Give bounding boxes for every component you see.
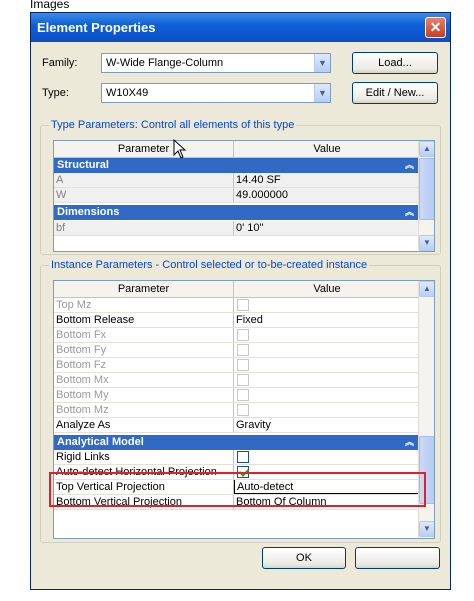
- close-button[interactable]: ✕: [425, 17, 446, 38]
- section-dimensions[interactable]: Dimensions ︽: [54, 205, 420, 220]
- load-button[interactable]: Load...: [352, 52, 438, 74]
- param-name: W: [54, 188, 234, 202]
- chevron-down-icon[interactable]: ▼: [314, 84, 330, 102]
- type-dropdown[interactable]: W10X49 ▼: [101, 83, 331, 103]
- table-row[interactable]: Top Mz: [54, 298, 420, 313]
- ok-button[interactable]: OK: [262, 547, 346, 569]
- instance-column-parameter[interactable]: Parameter: [54, 281, 234, 297]
- scroll-up-icon[interactable]: ▲: [419, 141, 434, 157]
- table-row[interactable]: Bottom Fx: [54, 328, 420, 343]
- param-name: Bottom Fz: [54, 358, 234, 372]
- param-name: Analyze As: [54, 418, 234, 432]
- type-parameters-title: Type Parameters: Control all elements of…: [49, 119, 297, 131]
- section-label: Analytical Model: [57, 436, 144, 448]
- scroll-thumb[interactable]: [419, 158, 434, 220]
- param-name: Bottom Fx: [54, 328, 234, 342]
- checkbox: [237, 374, 249, 386]
- page-caption: Images: [30, 0, 70, 11]
- table-row[interactable]: Bottom Mx: [54, 373, 420, 388]
- collapse-icon[interactable]: ︽: [405, 435, 414, 450]
- close-icon: ✕: [429, 19, 442, 35]
- family-value: W-Wide Flange-Column: [106, 57, 224, 69]
- checkbox: [237, 329, 249, 341]
- param-name: Bottom Fy: [54, 343, 234, 357]
- type-parameters-grid: Parameter Value Structural ︽ A 14.40 SF …: [53, 140, 435, 252]
- element-properties-dialog: Element Properties ✕ Family: W-Wide Flan…: [30, 12, 451, 590]
- param-value: Gravity: [236, 419, 271, 431]
- param-name: A: [54, 173, 234, 187]
- highlight-annotation: [49, 472, 426, 507]
- section-label: Structural: [57, 159, 109, 171]
- family-label: Family:: [42, 57, 78, 69]
- section-analytical-model[interactable]: Analytical Model ︽: [54, 435, 420, 450]
- param-value: Fixed: [236, 314, 263, 326]
- table-row[interactable]: W 49.000000: [54, 188, 420, 203]
- dialog-title: Element Properties: [31, 13, 450, 42]
- param-name: Bottom Mz: [54, 403, 234, 417]
- param-value: 0' 10": [236, 222, 264, 234]
- table-row[interactable]: A 14.40 SF: [54, 173, 420, 188]
- type-scrollbar[interactable]: ▲ ▼: [418, 141, 434, 251]
- param-name: Rigid Links: [54, 450, 234, 464]
- checkbox: [237, 404, 249, 416]
- checkbox[interactable]: [237, 451, 249, 463]
- type-label: Type:: [42, 87, 69, 99]
- checkbox: [237, 359, 249, 371]
- param-value: 14.40 SF: [236, 174, 281, 186]
- table-row[interactable]: Bottom My: [54, 388, 420, 403]
- table-row[interactable]: Analyze As Gravity: [54, 418, 420, 433]
- family-dropdown[interactable]: W-Wide Flange-Column ▼: [101, 53, 331, 73]
- instance-parameters-title: Instance Parameters - Control selected o…: [49, 259, 370, 271]
- edit-new-button[interactable]: Edit / New...: [352, 82, 438, 104]
- param-name: Top Mz: [54, 298, 234, 312]
- param-name: Bottom Release: [54, 313, 234, 327]
- scroll-down-icon[interactable]: ▼: [419, 235, 434, 251]
- table-row[interactable]: Bottom Fz: [54, 358, 420, 373]
- section-structural[interactable]: Structural ︽: [54, 158, 420, 173]
- checkbox: [237, 389, 249, 401]
- checkbox: [237, 299, 249, 311]
- param-name: Bottom Mx: [54, 373, 234, 387]
- collapse-icon[interactable]: ︽: [405, 158, 414, 173]
- scroll-down-icon[interactable]: ▼: [419, 521, 434, 537]
- scroll-up-icon[interactable]: ▲: [419, 281, 434, 297]
- table-row[interactable]: bf 0' 10": [54, 221, 420, 236]
- cancel-button[interactable]: [355, 547, 440, 569]
- type-column-value[interactable]: Value: [234, 141, 420, 157]
- type-value: W10X49: [106, 87, 149, 99]
- collapse-icon[interactable]: ︽: [405, 205, 414, 220]
- type-parameters-group: Type Parameters: Control all elements of…: [40, 119, 441, 255]
- mouse-cursor-icon: [173, 139, 187, 159]
- table-row[interactable]: Bottom Fy: [54, 343, 420, 358]
- table-row[interactable]: Rigid Links: [54, 450, 420, 465]
- param-value: 49.000000: [236, 189, 288, 201]
- instance-column-value[interactable]: Value: [234, 281, 420, 297]
- table-row[interactable]: Bottom Release Fixed: [54, 313, 420, 328]
- param-name: bf: [54, 221, 234, 235]
- type-column-parameter[interactable]: Parameter: [54, 141, 234, 157]
- chevron-down-icon[interactable]: ▼: [314, 54, 330, 72]
- table-row[interactable]: Bottom Mz: [54, 403, 420, 418]
- param-name: Bottom My: [54, 388, 234, 402]
- checkbox: [237, 344, 249, 356]
- section-label: Dimensions: [57, 206, 120, 218]
